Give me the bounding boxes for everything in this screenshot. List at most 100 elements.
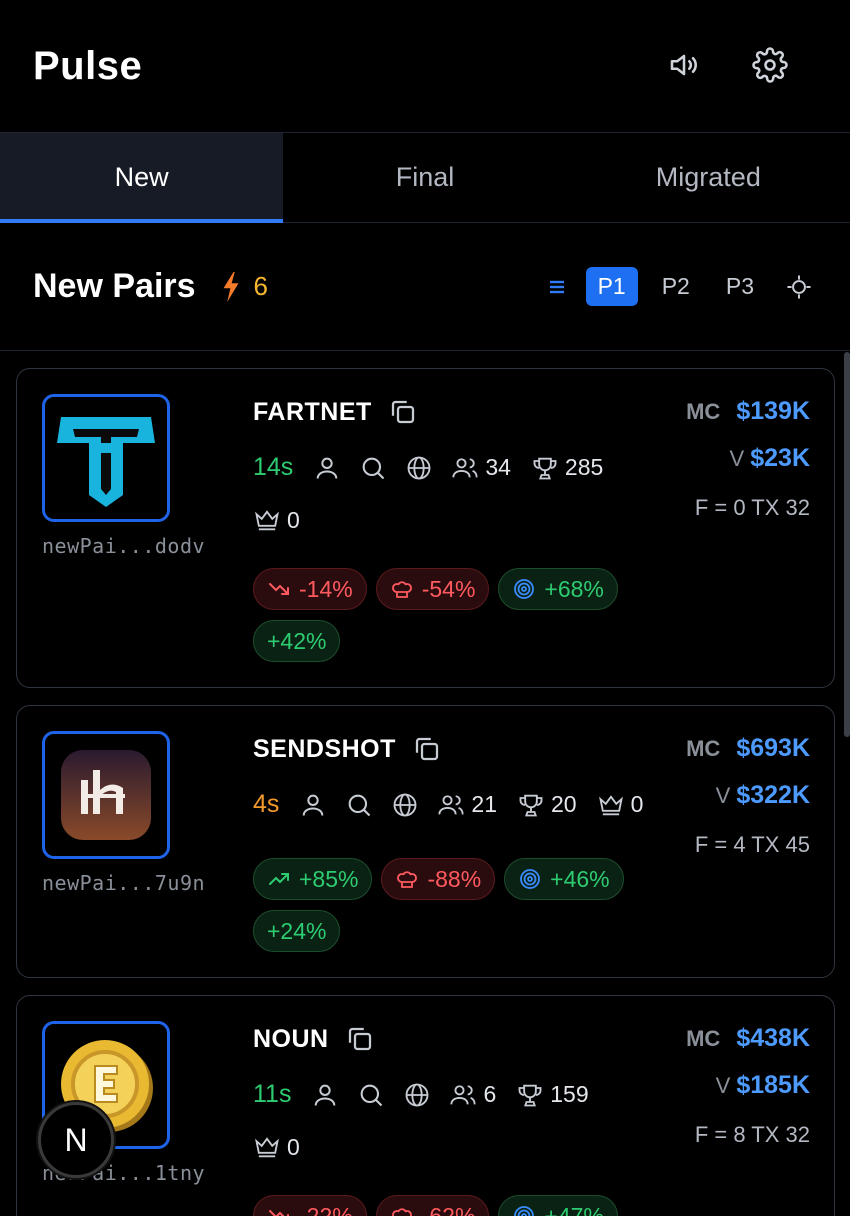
badge-target: +47%: [498, 1195, 618, 1216]
token-address[interactable]: newPai...7u9n: [42, 871, 205, 895]
badge-plain: +24%: [253, 910, 341, 952]
badge-chef: -62%: [375, 1195, 490, 1216]
search-icon[interactable]: [357, 1081, 385, 1109]
page-button-p1[interactable]: P1: [585, 267, 638, 306]
mc-label: MC: [686, 736, 721, 761]
chef-hat-icon: [391, 581, 412, 598]
search-icon[interactable]: [359, 454, 387, 482]
token-logo-t: [57, 417, 155, 507]
user-icon[interactable]: [299, 791, 327, 819]
badge-trend: +85%: [253, 858, 373, 900]
tab-bar: New Final Migrated: [0, 133, 850, 223]
badge-plain: +42%: [253, 620, 341, 662]
badge-trend: -14%: [253, 568, 367, 610]
display-settings-icon[interactable]: [786, 274, 812, 300]
token-age: 14s: [253, 453, 294, 481]
token-name-row: SENDSHOT: [253, 734, 442, 764]
chef-hat-icon: [397, 871, 418, 888]
token-name: NOUN: [253, 1024, 329, 1053]
holders-icon: [438, 794, 465, 814]
page-button-p3[interactable]: P3: [714, 267, 766, 306]
user-icon[interactable]: [313, 454, 341, 482]
page-filters: P1 P2 P3: [547, 267, 812, 306]
gear-icon[interactable]: [752, 47, 788, 83]
holders-count: 34: [485, 454, 511, 480]
tab-final[interactable]: Final: [283, 133, 566, 222]
token-stats: 4s 21 20 0: [253, 790, 643, 819]
badge-trend: -22%: [253, 1195, 367, 1216]
list-icon[interactable]: [547, 277, 567, 297]
copy-icon[interactable]: [345, 1024, 375, 1054]
metric-badges: +85% -88% +46% +24%: [253, 858, 653, 952]
floating-n-button[interactable]: N: [38, 1102, 114, 1178]
trophy-count: 20: [551, 791, 577, 817]
market-cap: $438K: [736, 1024, 810, 1052]
badge-chef: -54%: [375, 568, 490, 610]
scrollbar[interactable]: [844, 352, 850, 737]
page-button-p2[interactable]: P2: [650, 267, 702, 306]
badge-target: +46%: [504, 858, 624, 900]
token-age: 4s: [253, 790, 280, 818]
trophy-count: 285: [564, 454, 604, 480]
pair-card[interactable]: newPai...7u9n SENDSHOT 4s 21 20 0 MC $693…: [16, 705, 835, 978]
metric-badges: -22% -62% +47%: [253, 1195, 653, 1216]
token-age: 11s: [253, 1080, 292, 1108]
user-icon[interactable]: [311, 1081, 339, 1109]
section-header: New Pairs 6 P1 P2 P3: [0, 223, 850, 351]
search-icon[interactable]: [345, 791, 373, 819]
crown-count: 0: [630, 791, 644, 817]
trend-up-icon: [269, 873, 289, 885]
market-info: MC $693K V $322K F = 4 TX 45: [686, 734, 810, 858]
app-header: Pulse: [0, 0, 850, 133]
badge-target: +68%: [498, 568, 618, 610]
crown-icon: [598, 794, 623, 815]
tab-migrated[interactable]: Migrated: [567, 133, 850, 222]
holders-icon: [452, 457, 478, 477]
fees-tx: F = 4 TX 45: [694, 832, 810, 857]
globe-icon[interactable]: [405, 454, 433, 482]
holders-count: 21: [471, 791, 497, 817]
crown-icon: [255, 1137, 279, 1158]
token-stats: 14s 34 285: [253, 453, 623, 482]
bubble-letter: N: [64, 1121, 88, 1158]
token-name: FARTNET: [253, 397, 372, 426]
chef-hat-icon: [391, 1208, 412, 1216]
tab-new[interactable]: New: [0, 133, 284, 223]
volume-label: V: [715, 1073, 731, 1098]
token-name-row: NOUN: [253, 1024, 375, 1054]
token-address[interactable]: newPai...dodv: [42, 534, 205, 558]
pair-count: 6: [253, 271, 268, 301]
copy-icon[interactable]: [412, 734, 442, 764]
trophy-icon: [518, 1084, 542, 1106]
token-stats-2: 0: [253, 1133, 320, 1161]
market-cap: $139K: [736, 397, 810, 425]
globe-icon[interactable]: [391, 791, 419, 819]
globe-icon[interactable]: [403, 1081, 431, 1109]
market-cap: $693K: [736, 734, 810, 762]
token-name: SENDSHOT: [253, 734, 396, 763]
trophy-icon: [533, 457, 557, 479]
copy-icon[interactable]: [388, 397, 418, 427]
market-info: MC $438K V $185K F = 8 TX 32: [686, 1024, 810, 1148]
mc-label: MC: [686, 1026, 721, 1051]
trophy-count: 159: [550, 1081, 589, 1107]
trophy-icon: [519, 794, 543, 816]
lightning-icon: [223, 271, 239, 302]
fees-tx: F = 0 TX 32: [694, 495, 810, 520]
app-title: Pulse: [33, 43, 143, 88]
fees-tx: F = 8 TX 32: [694, 1122, 810, 1147]
crown-count: 0: [287, 506, 300, 533]
market-info: MC $139K V $23K F = 0 TX 32: [686, 397, 810, 521]
pair-card[interactable]: newPai...dodv FARTNET 14s 34 285 0 MC $13…: [16, 368, 835, 688]
crown-icon: [255, 510, 279, 531]
crown-count: 0: [287, 1133, 300, 1160]
speaker-icon[interactable]: [666, 47, 702, 83]
target-icon: [514, 579, 535, 599]
token-stats: 11s 6 159: [253, 1080, 609, 1109]
target-icon: [520, 869, 541, 889]
pair-card[interactable]: newPai...1tny NOUN 11s 6 159 0 MC $438K V…: [16, 995, 835, 1216]
mc-label: MC: [686, 399, 721, 424]
token-stats-2: 0: [253, 506, 320, 534]
holders-count: 6: [483, 1081, 497, 1107]
header-actions: [666, 47, 788, 83]
